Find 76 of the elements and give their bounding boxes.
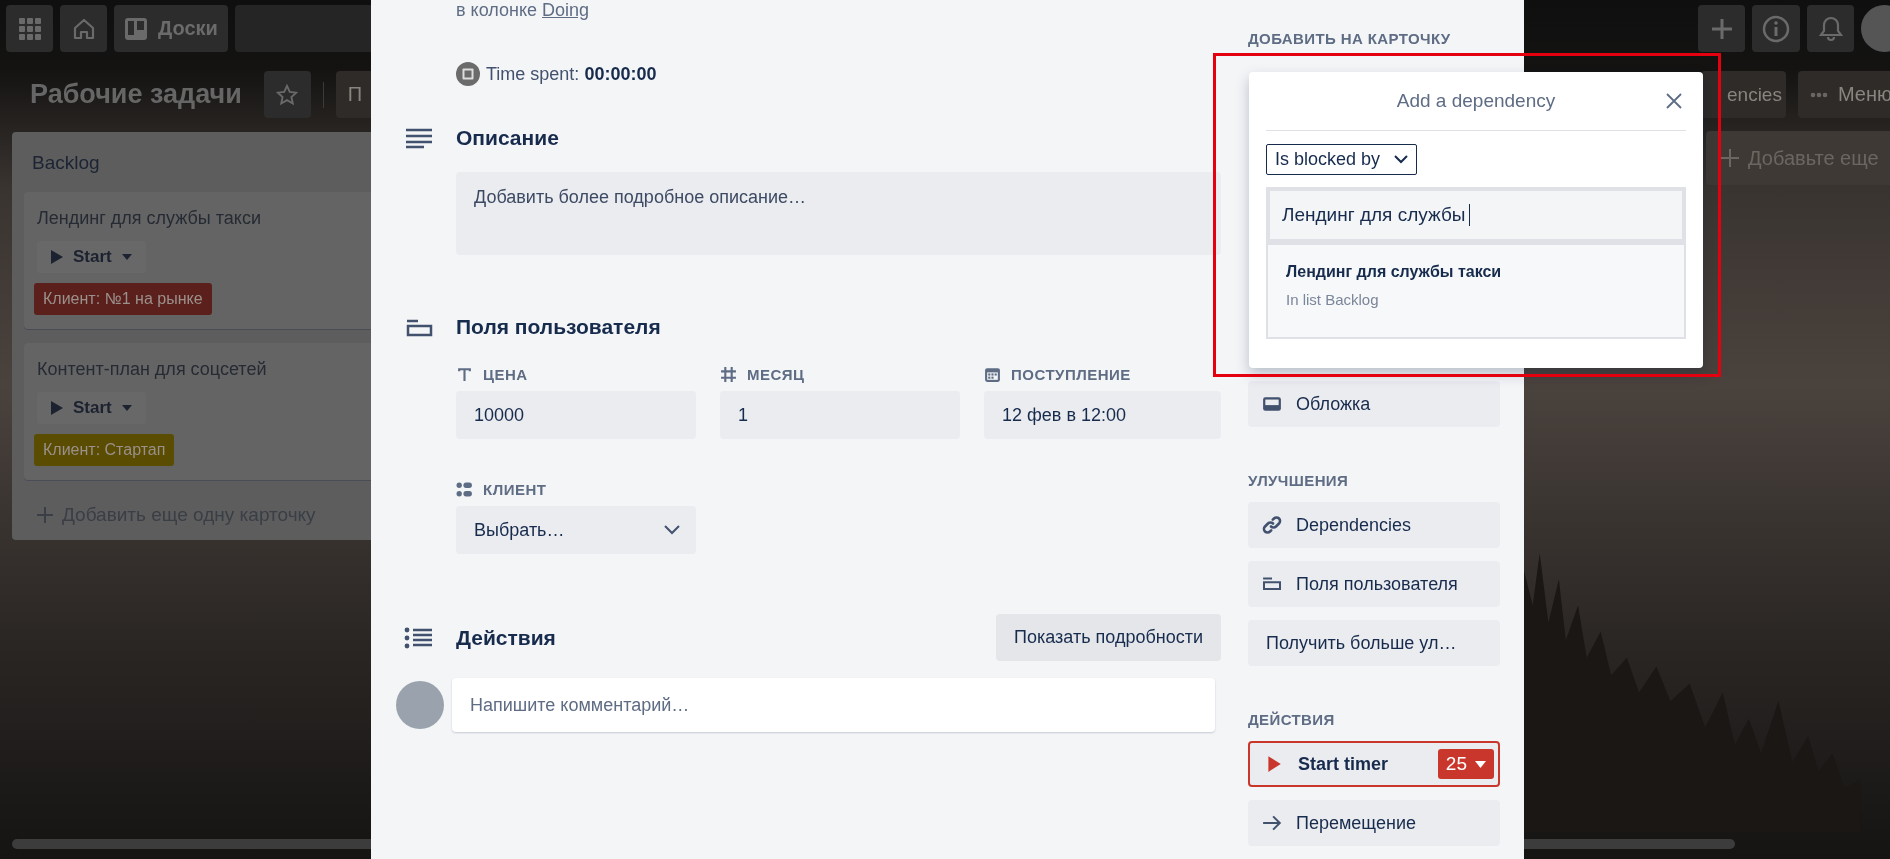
- field-input[interactable]: 12 фев в 12:00: [984, 391, 1221, 439]
- plus-icon: [1709, 16, 1734, 41]
- play-icon: [51, 250, 63, 264]
- description-heading: Описание: [456, 126, 559, 150]
- field-label: КЛИЕНТ: [483, 481, 547, 498]
- plus-icon: [1720, 148, 1740, 168]
- info-button[interactable]: [1752, 5, 1800, 52]
- home-button[interactable]: [60, 5, 107, 52]
- sidebar-button[interactable]: Поля пользователя: [1248, 561, 1500, 607]
- sidebar-button[interactable]: Dependencies: [1248, 502, 1500, 548]
- calendar-icon: [984, 366, 1001, 383]
- add-button[interactable]: [1698, 5, 1745, 52]
- link-icon: [1262, 516, 1282, 534]
- field-input[interactable]: 10000: [456, 391, 696, 439]
- relation-dropdown[interactable]: Is blocked by: [1266, 144, 1418, 175]
- field-label: МЕСЯЦ: [747, 366, 805, 383]
- time-spent-text: Time spent: 00:00:00: [486, 63, 657, 85]
- apps-grid-button[interactable]: [6, 5, 53, 52]
- search-field[interactable]: Лендинг для службы: [1266, 187, 1686, 245]
- notifications-button[interactable]: [1807, 5, 1854, 52]
- arrow-right-icon: [1262, 814, 1282, 832]
- board-icon: [124, 16, 148, 41]
- info-icon: [1762, 14, 1790, 43]
- result-subtitle: In list Backlog: [1286, 291, 1380, 308]
- search-result[interactable]: Лендинг для службы такси In list Backlog: [1266, 245, 1686, 339]
- comment-field[interactable]: Напишите комментарий…: [452, 678, 1215, 732]
- sidebar-button[interactable]: Получить больше ул…: [1248, 620, 1500, 666]
- sidebar-button[interactable]: Обложка: [1248, 381, 1500, 427]
- hash-icon: [720, 366, 737, 383]
- custom-fields-heading: Поля пользователя: [456, 315, 661, 339]
- sidebar-section-title: УЛУЧШЕНИЯ: [1248, 472, 1350, 491]
- sidebar-button[interactable]: Перемещение: [1248, 800, 1500, 846]
- caret-icon: [121, 405, 132, 411]
- timer-minutes-dropdown[interactable]: 25: [1437, 749, 1494, 779]
- dots-list-icon: [456, 481, 473, 498]
- play-icon: [51, 401, 63, 415]
- grid-icon: [18, 17, 41, 40]
- field-input[interactable]: 1: [720, 391, 960, 439]
- caret-icon: [121, 254, 132, 260]
- list-link[interactable]: Doing: [542, 0, 590, 20]
- stop-icon: [456, 62, 480, 86]
- card-title: Лендинг для службы такси: [37, 208, 262, 229]
- activity-icon: [404, 625, 434, 650]
- field-label: ПОСТУПЛЕНИЕ: [1011, 366, 1131, 383]
- text-field-icon: [456, 366, 473, 383]
- sidebar-section-title: ДЕЙСТВИЯ: [1248, 711, 1336, 730]
- home-icon: [71, 16, 96, 41]
- more-icon: [1809, 91, 1828, 98]
- list-title: Backlog: [31, 151, 101, 175]
- close-icon: [1666, 93, 1682, 109]
- user-avatar: [396, 681, 444, 729]
- fields-icon: [1262, 575, 1282, 593]
- sidebar-section-title: ДОБАВИТЬ НА КАРТОЧКУ: [1248, 30, 1452, 49]
- bell-icon: [1818, 15, 1843, 42]
- caret-icon: [1475, 760, 1486, 768]
- star-button[interactable]: [263, 71, 311, 118]
- board-title: Рабочие задачи: [30, 79, 242, 110]
- field-label: ЦЕНА: [483, 366, 528, 383]
- chevron-down-icon: [1394, 155, 1409, 164]
- card-label: Клиент: Стартап: [34, 434, 175, 466]
- plus-icon: [36, 506, 54, 524]
- list-location-text: в колонке Doing: [456, 0, 591, 22]
- chevron-down-icon: [664, 525, 680, 535]
- start-timer-button[interactable]: Start timer 25: [1248, 741, 1500, 787]
- client-dropdown[interactable]: Выбрать…: [456, 506, 696, 554]
- power-up-button[interactable]: encies: [1701, 71, 1786, 118]
- card-cover-icon: [1262, 395, 1282, 413]
- card-title: Контент-план для соцсетей: [37, 359, 268, 380]
- description-icon: [404, 126, 434, 150]
- star-icon: [276, 83, 299, 106]
- popup-title: Add a dependency: [1396, 90, 1556, 112]
- activity-heading: Действия: [456, 625, 556, 650]
- description-field[interactable]: Добавить более подробное описание…: [456, 172, 1221, 255]
- result-title: Лендинг для службы такси: [1286, 263, 1503, 281]
- card-label: Клиент: №1 на рынке: [34, 283, 212, 315]
- show-details-button[interactable]: Показать подробности: [996, 614, 1221, 661]
